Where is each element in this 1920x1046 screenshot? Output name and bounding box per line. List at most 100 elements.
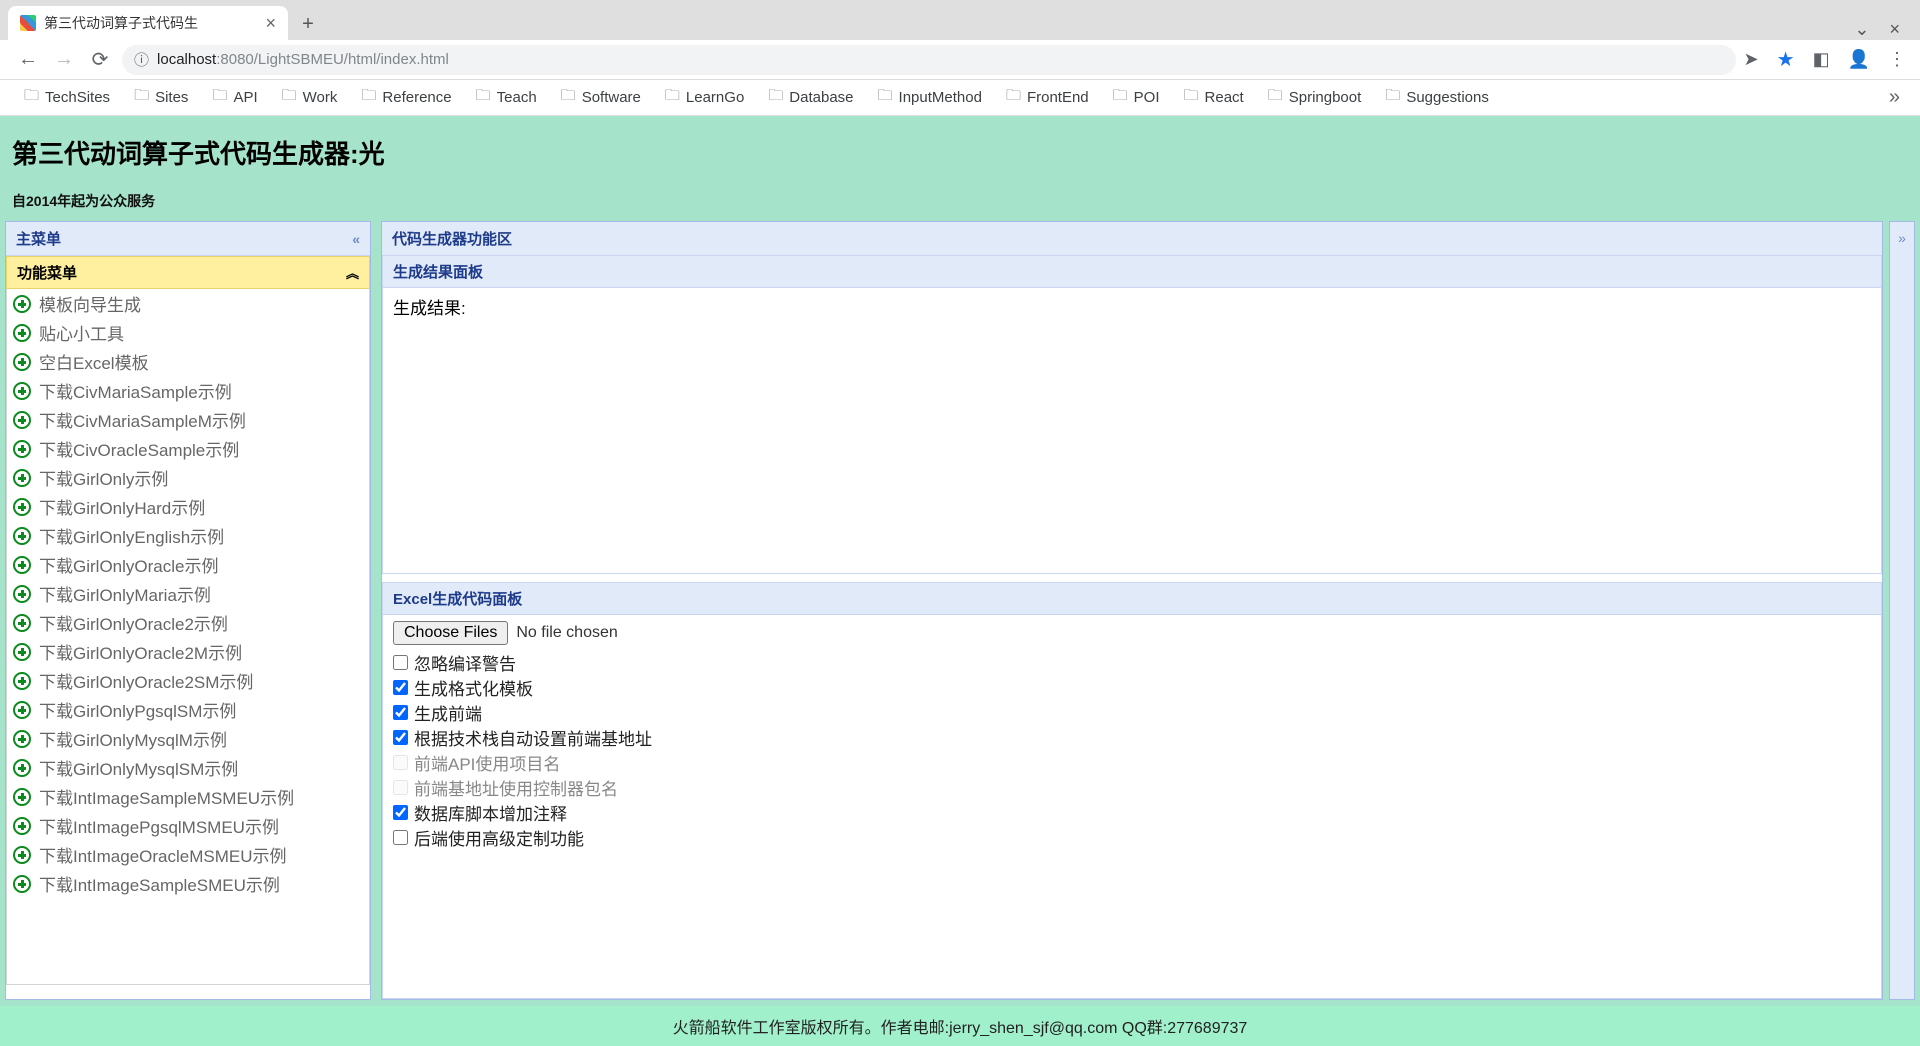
option-checkbox[interactable] <box>393 655 408 670</box>
sidebar-menu-item[interactable]: 下载IntImageSampleSMEU示例 <box>7 869 369 898</box>
bookmark-star-icon[interactable]: ★ <box>1777 47 1795 72</box>
folder-icon: 🗀 <box>1385 85 1400 110</box>
folder-icon: 🗀 <box>878 85 893 110</box>
sidebar-menu-item[interactable]: 空白Excel模板 <box>7 347 369 376</box>
sidebar-title: 主菜单 <box>16 228 61 249</box>
sidebar-menu-item[interactable]: 下载GirlOnly示例 <box>7 463 369 492</box>
window-minimize-icon[interactable]: ⌄ <box>1854 19 1869 40</box>
plus-icon <box>13 643 31 661</box>
right-panel-collapsed[interactable]: » <box>1889 221 1915 1000</box>
page-body: 第三代动词算子式代码生成器:光 自2014年起为公众服务 主菜单 « 功能菜单 … <box>0 116 1920 1046</box>
sidebar-menu-item[interactable]: 下载CivMariaSample示例 <box>7 376 369 405</box>
option-checkbox[interactable] <box>393 705 408 720</box>
sidebar-menu-item[interactable]: 下载IntImageOracleMSMEU示例 <box>7 840 369 869</box>
choose-files-button[interactable]: Choose Files <box>393 621 508 645</box>
bookmarks-overflow-icon[interactable]: » <box>1883 86 1906 109</box>
main-title: 代码生成器功能区 <box>392 228 512 249</box>
site-info-icon[interactable]: ⓘ <box>134 49 149 70</box>
sidebar-menu-item[interactable]: 下载GirlOnlyOracle2SM示例 <box>7 666 369 695</box>
profile-icon[interactable]: 👤 <box>1848 49 1870 70</box>
bookmark-item[interactable]: 🗀LearnGo <box>655 81 754 114</box>
bookmark-label: FrontEnd <box>1027 89 1089 106</box>
bookmark-item[interactable]: 🗀Springboot <box>1258 81 1372 114</box>
menu-item-label: 下载GirlOnlyPgsqlSM示例 <box>39 697 236 722</box>
option-checkbox[interactable] <box>393 805 408 820</box>
sidebar-menu-item[interactable]: 下载CivMariaSampleM示例 <box>7 405 369 434</box>
bookmark-item[interactable]: 🗀API <box>202 81 267 114</box>
forward-button[interactable]: → <box>50 48 78 71</box>
sidebar-header: 主菜单 « <box>6 222 370 256</box>
sidebar-menu-item[interactable]: 下载GirlOnlyPgsqlSM示例 <box>7 695 369 724</box>
sidebar-menu-item[interactable]: 下载IntImageSampleMSMEU示例 <box>7 782 369 811</box>
sidebar-menu-item[interactable]: 下载GirlOnlyOracle2M示例 <box>7 637 369 666</box>
option-checkbox[interactable] <box>393 730 408 745</box>
browser-tab[interactable]: 第三代动词算子式代码生 × <box>8 6 288 40</box>
bookmark-item[interactable]: 🗀Work <box>272 81 348 114</box>
sidebar-menu-item[interactable]: 模板向导生成 <box>7 289 369 318</box>
right-expand-icon[interactable]: » <box>1898 230 1906 999</box>
menu-item-label: 下载GirlOnlyOracle2SM示例 <box>39 668 253 693</box>
menu-item-label: 下载IntImageSampleMSMEU示例 <box>39 784 294 809</box>
sidebar-menu-item[interactable]: 贴心小工具 <box>7 318 369 347</box>
bookmark-item[interactable]: 🗀Database <box>758 81 863 114</box>
address-bar[interactable]: ⓘ localhost:8080/LightSBMEU/html/index.h… <box>122 45 1736 75</box>
sidebar-menu-item[interactable]: 下载IntImagePgsqlMSMEU示例 <box>7 811 369 840</box>
menu-icon[interactable]: ⋮ <box>1888 49 1906 70</box>
section-collapse-icon[interactable]: ︽ <box>346 263 359 282</box>
sidebar-menu-item[interactable]: 下载GirlOnlyMysqlM示例 <box>7 724 369 753</box>
tab-close-icon[interactable]: × <box>265 13 276 34</box>
window-close-icon[interactable]: × <box>1889 19 1900 40</box>
folder-icon: 🗀 <box>134 85 149 110</box>
bookmark-label: Work <box>303 89 338 106</box>
sidebar-menu-item[interactable]: 下载GirlOnlyEnglish示例 <box>7 521 369 550</box>
sidebar-menu-item[interactable]: 下载GirlOnlyOracle示例 <box>7 550 369 579</box>
bookmark-label: Reference <box>382 89 451 106</box>
checkbox-label: 数据库脚本增加注释 <box>414 800 567 825</box>
option-checkbox[interactable] <box>393 830 408 845</box>
result-panel: 生成结果面板 生成结果: <box>382 256 1882 574</box>
sidebar-menu-item[interactable]: 下载GirlOnlyHard示例 <box>7 492 369 521</box>
excel-hscroll[interactable] <box>383 984 1881 998</box>
plus-icon <box>13 411 31 429</box>
plus-icon <box>13 556 31 574</box>
bookmark-item[interactable]: 🗀FrontEnd <box>996 81 1099 114</box>
menu-item-label: 下载GirlOnlyMaria示例 <box>39 581 211 606</box>
folder-icon: 🗀 <box>24 85 39 110</box>
plus-icon <box>13 353 31 371</box>
bookmark-item[interactable]: 🗀TechSites <box>14 81 120 114</box>
plus-icon <box>13 324 31 342</box>
sidebar-menu-item[interactable]: 下载GirlOnlyOracle2示例 <box>7 608 369 637</box>
new-tab-button[interactable]: + <box>292 8 324 40</box>
bookmark-item[interactable]: 🗀React <box>1174 81 1254 114</box>
checkbox-label: 生成前端 <box>414 700 482 725</box>
bookmark-item[interactable]: 🗀Teach <box>466 81 547 114</box>
main-area: 代码生成器功能区 生成结果面板 生成结果: Excel生成代码面板 Choose… <box>381 221 1915 1000</box>
footer-text: 火箭船软件工作室版权所有。作者电邮:jerry_shen_sjf@qq.com … <box>673 1020 1248 1037</box>
panel-toggle-icon[interactable]: ◧ <box>1813 49 1830 70</box>
menu-item-label: 下载IntImagePgsqlMSMEU示例 <box>39 813 279 838</box>
bookmark-item[interactable]: 🗀POI <box>1103 81 1170 114</box>
sidebar-section-header[interactable]: 功能菜单 ︽ <box>6 256 370 289</box>
plus-icon <box>13 788 31 806</box>
bookmark-item[interactable]: 🗀Software <box>551 81 651 114</box>
sidebar-menu-item[interactable]: 下载GirlOnlyMaria示例 <box>7 579 369 608</box>
bookmark-item[interactable]: 🗀Suggestions <box>1375 81 1499 114</box>
result-label: 生成结果: <box>393 299 466 318</box>
bookmark-item[interactable]: 🗀Reference <box>351 81 461 114</box>
sidebar-menu-scroll[interactable]: 模板向导生成贴心小工具空白Excel模板下载CivMariaSample示例下载… <box>6 289 370 985</box>
back-button[interactable]: ← <box>14 48 42 71</box>
sidebar-collapse-icon[interactable]: « <box>352 231 360 247</box>
checkbox-label: 前端基地址使用控制器包名 <box>414 775 618 800</box>
send-icon[interactable]: ➤ <box>1744 49 1759 70</box>
sidebar-hscroll[interactable] <box>6 985 370 999</box>
bookmark-item[interactable]: 🗀InputMethod <box>868 81 992 114</box>
bookmark-item[interactable]: 🗀Sites <box>124 81 198 114</box>
checkbox-row: 后端使用高级定制功能 <box>393 825 1871 850</box>
option-checkbox[interactable] <box>393 680 408 695</box>
sidebar-menu-item[interactable]: 下载CivOracleSample示例 <box>7 434 369 463</box>
plus-icon <box>13 730 31 748</box>
sidebar-menu-item[interactable]: 下载GirlOnlyMysqlSM示例 <box>7 753 369 782</box>
reload-button[interactable]: ⟳ <box>86 47 114 72</box>
bookmark-label: API <box>233 89 257 106</box>
plus-icon <box>13 382 31 400</box>
